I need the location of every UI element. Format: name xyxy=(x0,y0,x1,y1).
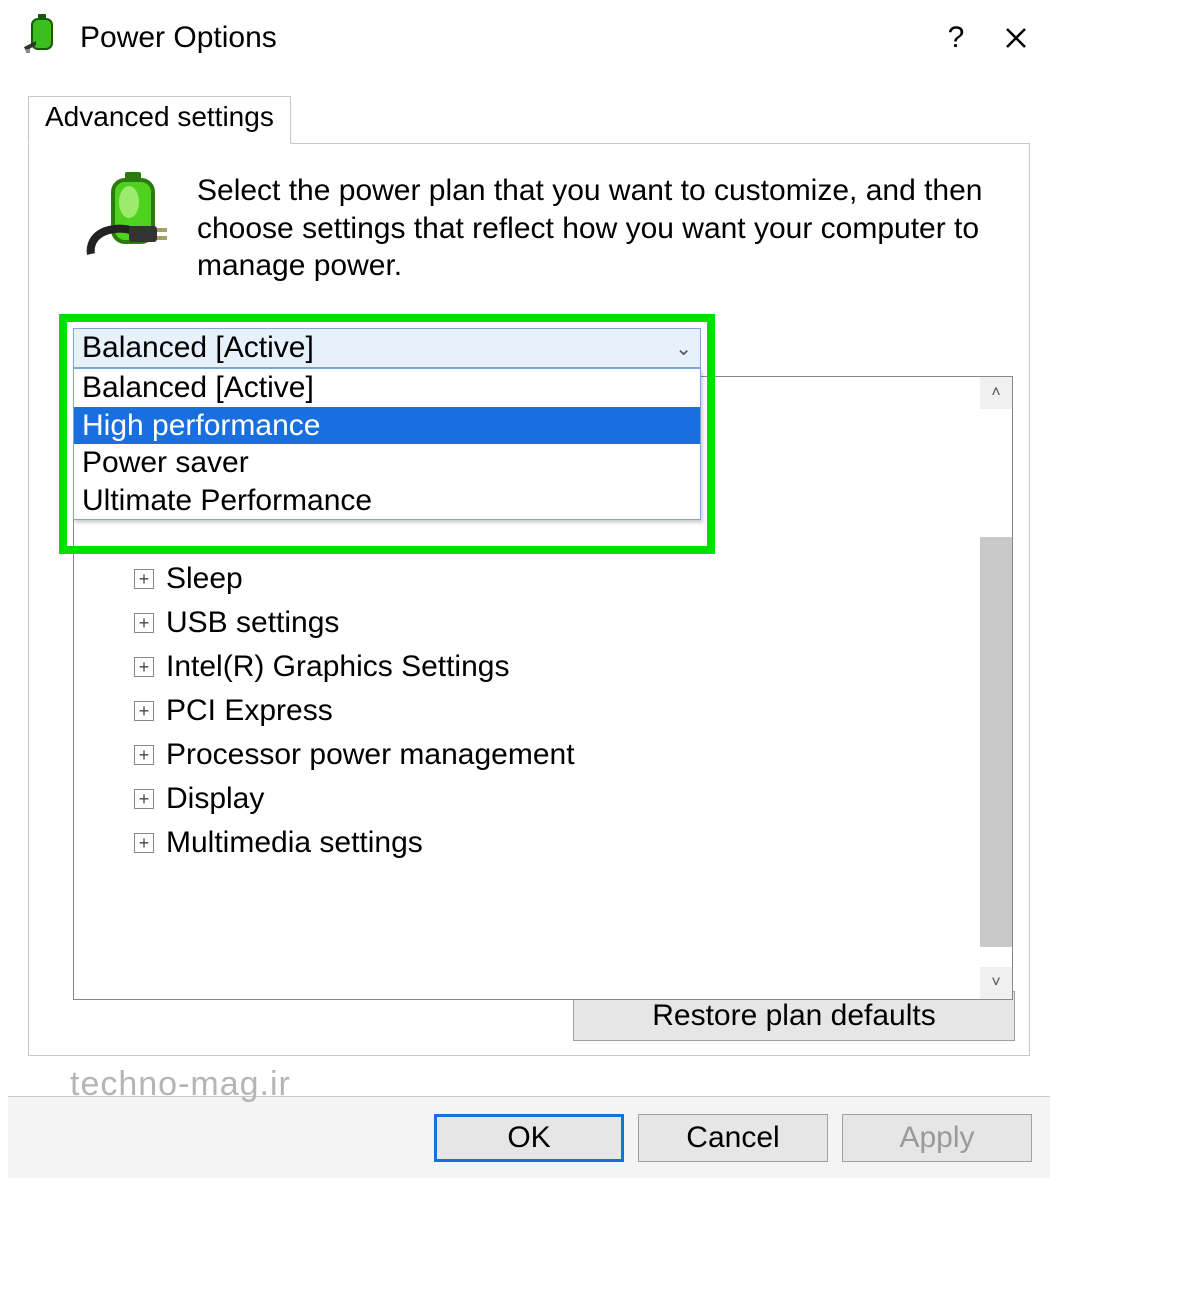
tree-item-label: Multimedia settings xyxy=(166,826,423,860)
scrollbar-thumb[interactable] xyxy=(980,537,1012,947)
plus-expander-icon[interactable]: + xyxy=(134,657,154,677)
tab-body: Select the power plan that you want to c… xyxy=(28,143,1030,1056)
apply-button[interactable]: Apply xyxy=(842,1114,1032,1162)
plus-expander-icon[interactable]: + xyxy=(134,613,154,633)
tab-advanced-settings[interactable]: Advanced settings xyxy=(28,96,291,144)
tree-item-label: USB settings xyxy=(166,606,339,640)
tree-item-label: Sleep xyxy=(166,562,243,596)
plus-expander-icon[interactable]: + xyxy=(134,833,154,853)
help-icon: ? xyxy=(948,21,965,55)
help-button[interactable]: ? xyxy=(926,8,986,68)
tree-item[interactable]: + PCI Express xyxy=(74,689,978,733)
combo-selected-text: Balanced [Active] xyxy=(82,331,314,365)
tree-item[interactable]: + Sleep xyxy=(74,557,978,601)
dialog-button-bar: OK Cancel Apply xyxy=(8,1096,1050,1178)
description-text: Select the power plan that you want to c… xyxy=(197,172,1009,285)
power-plan-combo[interactable]: Balanced [Active] ⌄ xyxy=(73,328,701,368)
combo-option[interactable]: Power saver xyxy=(74,444,700,482)
chevron-down-icon: ˅ xyxy=(991,974,1000,992)
tree-item-label: Intel(R) Graphics Settings xyxy=(166,650,509,684)
tree-item-label: PCI Express xyxy=(166,694,333,728)
description-row: Select the power plan that you want to c… xyxy=(85,172,1009,285)
combo-option[interactable]: Ultimate Performance xyxy=(74,482,700,520)
plus-expander-icon[interactable]: + xyxy=(134,701,154,721)
tree-item[interactable]: + Multimedia settings xyxy=(74,821,978,865)
cancel-button[interactable]: Cancel xyxy=(638,1114,828,1162)
battery-plug-large-icon xyxy=(85,172,177,264)
battery-plug-icon xyxy=(24,13,66,63)
power-options-dialog: Power Options ? Advanced settings xyxy=(8,8,1050,1178)
plus-expander-icon[interactable]: + xyxy=(134,789,154,809)
plus-expander-icon[interactable]: + xyxy=(134,745,154,765)
titlebar: Power Options ? xyxy=(8,8,1050,68)
button-label: Apply xyxy=(899,1121,974,1155)
combo-option[interactable]: High performance xyxy=(74,407,700,445)
combo-option[interactable]: Balanced [Active] xyxy=(74,369,700,407)
tree-item[interactable]: + Display xyxy=(74,777,978,821)
scroll-up-button[interactable]: ˄ xyxy=(980,377,1012,409)
button-label: Restore plan defaults xyxy=(652,999,936,1032)
power-plan-combo-list[interactable]: Balanced [Active]High performancePower s… xyxy=(73,368,701,520)
tab-area: Advanced settings Select the power plan … xyxy=(28,96,1030,1056)
tree-item[interactable]: + Intel(R) Graphics Settings xyxy=(74,645,978,689)
close-button[interactable] xyxy=(986,8,1046,68)
close-icon xyxy=(1004,26,1028,50)
tree-item[interactable]: + USB settings xyxy=(74,601,978,645)
chevron-down-icon: ⌄ xyxy=(675,336,692,361)
tree-item-label: Display xyxy=(166,782,264,816)
button-label: Cancel xyxy=(686,1121,779,1155)
plus-expander-icon[interactable]: + xyxy=(134,569,154,589)
ok-button[interactable]: OK xyxy=(434,1114,624,1162)
scroll-down-button[interactable]: ˅ xyxy=(980,967,1012,999)
window-title: Power Options xyxy=(80,21,277,55)
watermark-text: techno-mag.ir xyxy=(70,1065,291,1104)
chevron-up-icon: ˄ xyxy=(991,384,1000,402)
tree-item-label: Processor power management xyxy=(166,738,575,772)
tab-label: Advanced settings xyxy=(45,101,274,132)
tree-item[interactable]: + Processor power management xyxy=(74,733,978,777)
button-label: OK xyxy=(507,1121,550,1155)
